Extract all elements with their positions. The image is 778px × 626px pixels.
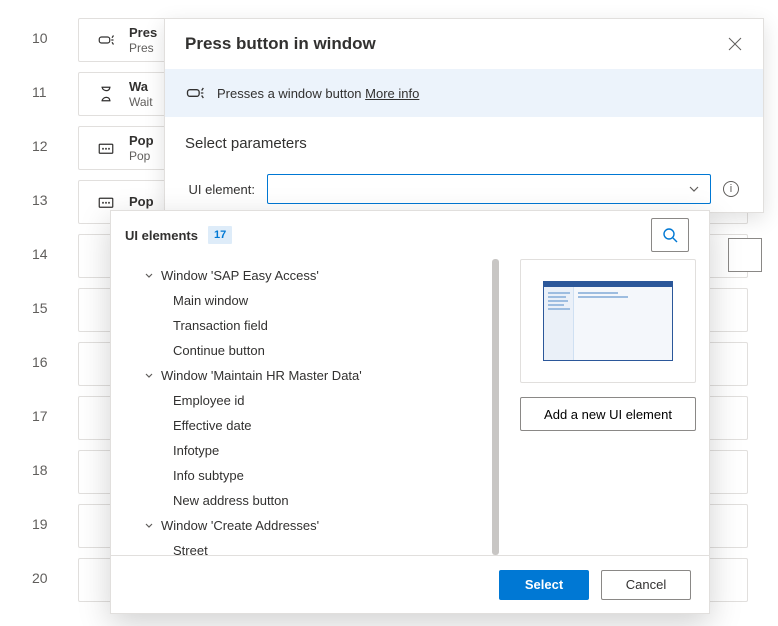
popup-icon [97, 139, 115, 157]
tree-element-node[interactable]: Street [125, 538, 483, 555]
tree-node-label: New address button [173, 493, 289, 508]
step-subtitle: Pres [129, 41, 157, 55]
step-title: Wa [129, 79, 153, 95]
step-number: 14 [32, 246, 48, 262]
picker-title: UI elements [125, 228, 198, 243]
tree-node-label: Transaction field [173, 318, 268, 333]
preview-thumbnail [520, 259, 696, 383]
step-title: Pop [129, 194, 154, 210]
tree-element-node[interactable]: Effective date [125, 413, 483, 438]
dialog-title: Press button in window [185, 34, 376, 54]
tree-node-label: Info subtype [173, 468, 244, 483]
tree-element-node[interactable]: Main window [125, 288, 483, 313]
press-button-dialog: Press button in window Presses a window … [164, 18, 764, 213]
ui-elements-tree: Window 'SAP Easy Access' Main window Trans… [125, 259, 499, 555]
tree-node-label: Effective date [173, 418, 252, 433]
tree-scrollbar[interactable] [492, 259, 499, 555]
step-number: 10 [32, 30, 48, 46]
tree-node-label: Window 'SAP Easy Access' [161, 268, 319, 283]
step-number: 16 [32, 354, 48, 370]
tree-element-node[interactable]: New address button [125, 488, 483, 513]
tree-element-node[interactable]: Transaction field [125, 313, 483, 338]
step-number: 12 [32, 138, 48, 154]
tree-node-label: Main window [173, 293, 248, 308]
step-number: 13 [32, 192, 48, 208]
ui-element-picker: UI elements 17 Window 'SAP Easy Access' M… [110, 210, 710, 614]
tree-node-label: Continue button [173, 343, 265, 358]
chevron-down-icon[interactable] [141, 368, 157, 384]
chevron-down-icon[interactable] [141, 518, 157, 534]
tree-element-node[interactable]: Infotype [125, 438, 483, 463]
step-title: Pres [129, 25, 157, 41]
tree-node-label: Street [173, 543, 208, 555]
add-ui-element-button[interactable]: Add a new UI element [520, 397, 696, 431]
step-number: 19 [32, 516, 48, 532]
tree-element-node[interactable]: Continue button [125, 338, 483, 363]
ui-element-dropdown[interactable] [267, 174, 711, 204]
side-action-button[interactable] [728, 238, 762, 272]
parameters-heading: Select parameters [185, 135, 739, 152]
step-number: 17 [32, 408, 48, 424]
tree-window-node[interactable]: Window 'SAP Easy Access' [125, 263, 483, 288]
press-icon [97, 31, 115, 49]
cancel-button[interactable]: Cancel [601, 570, 691, 600]
select-button[interactable]: Select [499, 570, 589, 600]
info-banner: Presses a window button More info [165, 69, 763, 117]
press-icon [185, 83, 205, 103]
ui-element-label: UI element: [185, 182, 255, 197]
tree-node-label: Window 'Create Addresses' [161, 518, 319, 533]
tree-window-node[interactable]: Window 'Maintain HR Master Data' [125, 363, 483, 388]
info-text: Presses a window button [217, 86, 362, 101]
element-count-badge: 17 [208, 226, 232, 244]
step-number: 20 [32, 570, 48, 586]
tree-node-label: Window 'Maintain HR Master Data' [161, 368, 362, 383]
tree-element-node[interactable]: Employee id [125, 388, 483, 413]
step-number: 18 [32, 462, 48, 478]
tree-node-label: Infotype [173, 443, 219, 458]
close-button[interactable] [727, 36, 743, 52]
tree-element-node[interactable]: Info subtype [125, 463, 483, 488]
chevron-down-icon[interactable] [141, 268, 157, 284]
more-info-link[interactable]: More info [365, 86, 419, 101]
step-title: Pop [129, 133, 154, 149]
step-subtitle: Wait [129, 95, 153, 109]
info-icon[interactable]: i [723, 181, 739, 197]
hourglass-icon [97, 85, 115, 103]
popup-icon [97, 193, 115, 211]
search-icon [662, 227, 678, 243]
tree-window-node[interactable]: Window 'Create Addresses' [125, 513, 483, 538]
tree-node-label: Employee id [173, 393, 245, 408]
step-subtitle: Pop [129, 149, 154, 163]
step-number: 11 [32, 84, 47, 100]
chevron-down-icon [688, 183, 700, 195]
search-button[interactable] [651, 218, 689, 252]
step-number: 15 [32, 300, 48, 316]
